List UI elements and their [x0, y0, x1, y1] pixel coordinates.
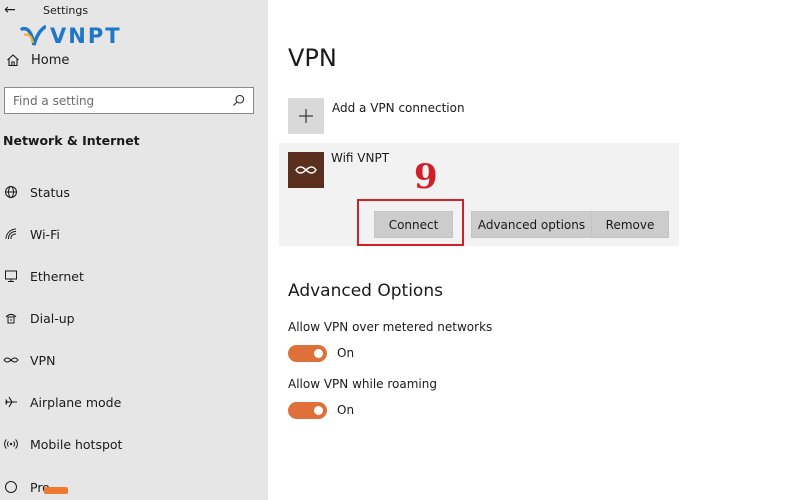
sidebar-item-dialup[interactable]: Dial-up [0, 303, 268, 333]
roaming-toggle-row: On [288, 401, 354, 419]
home-label: Home [31, 52, 70, 68]
roaming-label: Allow VPN while roaming [288, 377, 437, 391]
sidebar-item-label: VPN [30, 352, 56, 368]
advanced-options-button[interactable]: Advanced options [471, 211, 592, 238]
ethernet-icon [3, 268, 19, 284]
sidebar-item-vpn[interactable]: VPN [0, 345, 268, 375]
logo-text: VNPT [50, 24, 122, 48]
home-icon [4, 51, 22, 69]
proxy-icon [3, 479, 19, 495]
connect-button[interactable]: Connect [374, 211, 453, 238]
step-number-annotation: 9 [414, 157, 438, 197]
toggle-knob [314, 405, 323, 415]
metered-networks-toggle-row: On [288, 344, 354, 362]
search-box[interactable] [4, 87, 254, 114]
sidebar-item-status[interactable]: Status [0, 177, 268, 207]
toggle-knob [314, 348, 323, 358]
sidebar-item-label: Mobile hotspot [30, 436, 123, 452]
vnpt-swoosh-icon [20, 25, 46, 46]
airplane-icon [3, 394, 19, 410]
sidebar-item-label: Status [30, 184, 70, 200]
sidebar-item-airplane[interactable]: Airplane mode [0, 387, 268, 417]
back-arrow-icon[interactable]: ← [4, 1, 16, 19]
vpn-connection-card[interactable]: Wifi VNPT Connect Advanced options Remov… [279, 143, 679, 246]
sidebar-item-label: Dial-up [30, 310, 75, 326]
remove-button[interactable]: Remove [591, 211, 669, 238]
sidebar-item-ethernet[interactable]: Ethernet [0, 261, 268, 291]
vpn-connection-icon [288, 152, 324, 188]
advanced-options-title: Advanced Options [288, 281, 443, 301]
window-title: Settings [43, 4, 89, 17]
wifi-icon [3, 226, 19, 242]
plus-icon [288, 98, 324, 134]
vpn-icon [3, 352, 19, 368]
page-title: VPN [288, 44, 337, 72]
add-vpn-connection-button[interactable]: Add a VPN connection [288, 98, 465, 136]
dialup-icon [3, 310, 19, 326]
sidebar: ← Settings VNPT Home Network & Internet … [0, 0, 268, 500]
orange-mark [44, 487, 68, 494]
toggle-state-label: On [337, 346, 355, 360]
sidebar-item-label: Wi-Fi [30, 226, 60, 242]
vnpt-logo: VNPT [20, 21, 122, 51]
roaming-toggle[interactable] [288, 401, 327, 419]
title-bar: ← Settings [0, 0, 268, 22]
section-title: Network & Internet [3, 133, 140, 148]
hotspot-icon [3, 436, 19, 452]
globe-icon [3, 184, 19, 200]
sidebar-item-wifi[interactable]: Wi-Fi [0, 219, 268, 249]
sidebar-item-mobile-hotspot[interactable]: Mobile hotspot [0, 429, 268, 459]
sidebar-item-home[interactable]: Home [4, 51, 69, 69]
search-icon[interactable] [231, 94, 245, 108]
sidebar-item-label: Ethernet [30, 268, 84, 284]
metered-networks-toggle[interactable] [288, 344, 327, 362]
sidebar-item-proxy[interactable]: Pro [0, 472, 268, 500]
main-content: VPN Add a VPN connection Wifi VNPT Conne… [268, 0, 800, 500]
sidebar-item-label: Airplane mode [30, 394, 122, 410]
toggle-state-label: On [337, 403, 355, 417]
search-input[interactable] [13, 93, 213, 108]
metered-networks-label: Allow VPN over metered networks [288, 320, 493, 334]
add-vpn-label: Add a VPN connection [332, 101, 465, 115]
vpn-connection-name: Wifi VNPT [331, 151, 390, 165]
